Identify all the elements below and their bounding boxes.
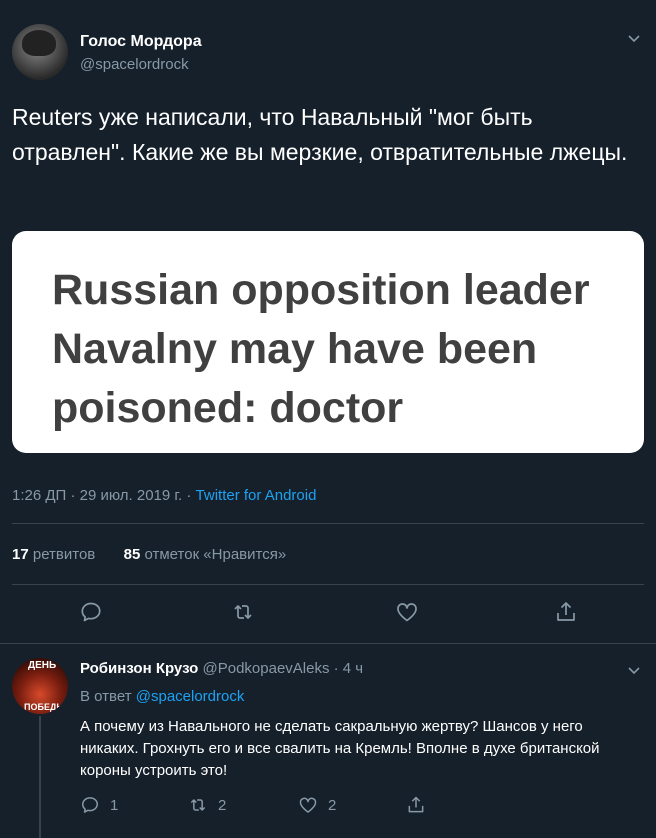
tweet-meta: 1:26 ДП · 29 июл. 2019 г. · Twitter for … bbox=[12, 487, 316, 504]
reply-text: А почему из Навального не сделать сакрал… bbox=[80, 718, 600, 779]
heart-icon bbox=[299, 797, 317, 813]
tweet-source[interactable]: Twitter for Android bbox=[196, 487, 317, 504]
reply-retweet-button[interactable]: 2 bbox=[188, 794, 226, 816]
reply-tweet[interactable]: ДЕНЬ ПОБЕДЫ Робинзон Крузо @PodkopaevAle… bbox=[0, 644, 656, 838]
retweets-stat[interactable]: 17 ретвитов bbox=[12, 546, 95, 563]
reply-mention[interactable]: @spacelordrock bbox=[136, 688, 245, 705]
retweet-icon[interactable] bbox=[231, 600, 255, 624]
share-icon[interactable] bbox=[554, 600, 578, 624]
chevron-down-icon[interactable] bbox=[626, 30, 642, 46]
link-card[interactable]: Russian opposition leader Navalny may ha… bbox=[12, 231, 644, 453]
reply-like-button[interactable]: 2 bbox=[298, 794, 336, 816]
avatar-caption-bottom: ПОБЕДЫ bbox=[24, 702, 66, 712]
tweet-text: Reuters уже написали, что Навальный "мог… bbox=[12, 104, 628, 165]
reply-share-button[interactable] bbox=[406, 794, 426, 816]
reply-actions: 1 2 2 bbox=[80, 794, 640, 818]
reply-count: 1 bbox=[110, 796, 119, 814]
thread-line bbox=[39, 716, 41, 838]
reply-header: Робинзон Крузо @PodkopaevAleks · 4 ч bbox=[80, 660, 363, 677]
reply-author-handle[interactable]: @PodkopaevAleks bbox=[203, 660, 330, 677]
divider bbox=[12, 523, 644, 524]
divider bbox=[12, 584, 644, 585]
comment-icon bbox=[82, 797, 98, 813]
reply-reply-button[interactable]: 1 bbox=[80, 794, 118, 816]
retweet-count: 2 bbox=[218, 796, 227, 814]
reply-time[interactable]: · 4 ч bbox=[329, 660, 364, 677]
tweet-time[interactable]: 1:26 ДП · 29 июл. 2019 г. · bbox=[12, 487, 196, 504]
card-headline: Russian opposition leader Navalny may ha… bbox=[52, 266, 590, 432]
avatar-caption-top: ДЕНЬ bbox=[28, 660, 57, 671]
comment-icon[interactable] bbox=[79, 600, 103, 624]
likes-stat[interactable]: 85 отметок «Нравится» bbox=[124, 546, 287, 563]
reply-author-avatar[interactable]: ДЕНЬ ПОБЕДЫ bbox=[12, 658, 68, 714]
share-icon bbox=[408, 796, 424, 813]
reply-to: В ответ @spacelordrock bbox=[80, 688, 245, 705]
author-name[interactable]: Голос Мордора bbox=[80, 33, 202, 51]
heart-icon[interactable] bbox=[395, 600, 419, 624]
reply-author-name[interactable]: Робинзон Крузо bbox=[80, 660, 198, 677]
tweet-stats: 17 ретвитов 85 отметок «Нравится» bbox=[12, 546, 286, 563]
main-tweet: Голос Мордора @spacelordrock Reuters уже… bbox=[0, 0, 656, 643]
like-count: 2 bbox=[328, 796, 337, 814]
chevron-down-icon[interactable] bbox=[626, 662, 642, 678]
author-avatar[interactable] bbox=[12, 24, 68, 80]
retweet-icon bbox=[190, 799, 206, 811]
author-handle[interactable]: @spacelordrock bbox=[80, 56, 189, 73]
